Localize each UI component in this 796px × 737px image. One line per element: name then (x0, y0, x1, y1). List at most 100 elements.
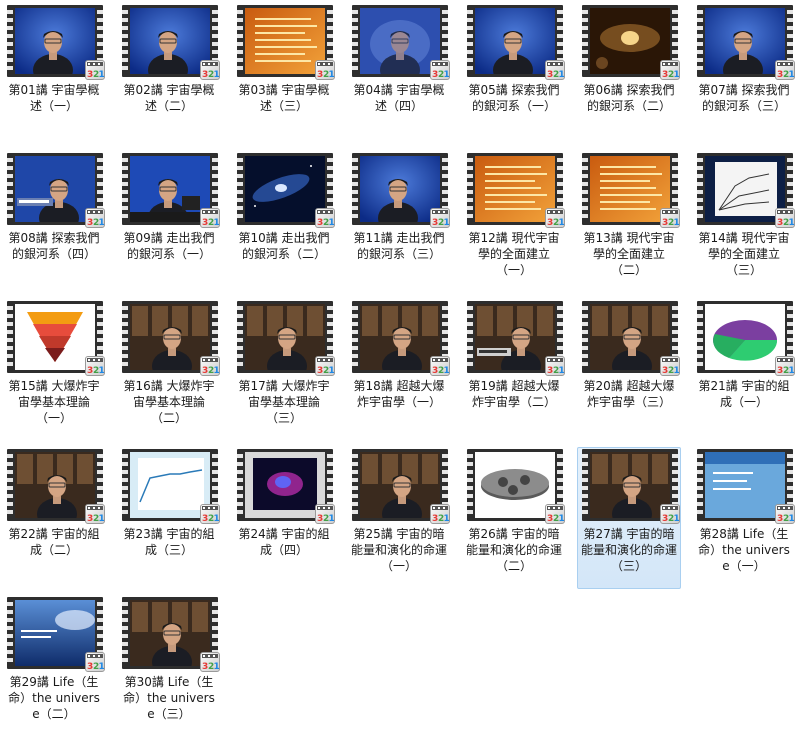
svg-text:1: 1 (444, 514, 450, 523)
video-file-item[interactable]: 3 2 1 第08講 探索我們的銀河系（四） (2, 151, 106, 293)
video-file-item[interactable]: 3 2 1 第27講 宇宙的暗能量和演化的命運（三） (577, 447, 681, 589)
file-name-label: 第13講 現代宇宙學的全面建立（二） (583, 231, 675, 277)
video-thumbnail: 3 2 1 (467, 448, 565, 524)
video-thumbnail: 3 2 1 (7, 448, 105, 524)
media-player-badge-icon: 3 2 1 (660, 356, 680, 376)
video-file-item[interactable]: 3 2 1 第29講 Life（生命）the universe（二） (2, 595, 106, 737)
video-file-item[interactable]: 3 2 1 第01講 宇宙學概述（一） (2, 3, 106, 145)
video-file-item[interactable]: 3 2 1 第25講 宇宙的暗能量和演化的命運（一） (347, 447, 451, 589)
video-file-item[interactable]: 3 2 1 第21講 宇宙的組成（一） (692, 299, 796, 441)
media-player-badge-icon: 3 2 1 (545, 356, 565, 376)
svg-text:1: 1 (789, 366, 795, 375)
media-player-badge-icon: 3 2 1 (430, 356, 450, 376)
file-name-label: 第24講 宇宙的組成（四） (238, 527, 330, 557)
video-file-item[interactable]: 3 2 1 第15講 大爆炸宇宙學基本理論（一） (2, 299, 106, 441)
svg-text:1: 1 (444, 366, 450, 375)
media-player-badge-icon: 3 2 1 (200, 652, 220, 672)
svg-text:1: 1 (674, 514, 680, 523)
video-thumbnail: 3 2 1 (122, 152, 220, 228)
media-player-badge-icon: 3 2 1 (430, 504, 450, 524)
video-thumbnail: 3 2 1 (352, 4, 450, 80)
svg-text:1: 1 (99, 218, 105, 227)
file-name-label: 第10講 走出我們的銀河系（二） (238, 231, 330, 261)
video-file-item[interactable]: 3 2 1 第13講 現代宇宙學的全面建立（二） (577, 151, 681, 293)
svg-text:1: 1 (99, 514, 105, 523)
video-file-item[interactable]: 3 2 1 第12講 現代宇宙學的全面建立（一） (462, 151, 566, 293)
media-player-badge-icon: 3 2 1 (200, 504, 220, 524)
video-file-item[interactable]: 3 2 1 第05講 探索我們的銀河系（一） (462, 3, 566, 145)
video-thumbnail: 3 2 1 (352, 300, 450, 376)
video-file-item[interactable]: 3 2 1 第09講 走出我們的銀河系（一） (117, 151, 221, 293)
media-player-badge-icon: 3 2 1 (315, 356, 335, 376)
media-player-badge-icon: 3 2 1 (315, 60, 335, 80)
svg-text:1: 1 (214, 218, 220, 227)
file-grid: 3 2 1 第01講 宇宙學概述（一） 3 2 1 第02講 宇宙學概述（二） 3 … (0, 0, 796, 722)
video-file-item[interactable]: 3 2 1 第10講 走出我們的銀河系（二） (232, 151, 336, 293)
video-file-item[interactable]: 3 2 1 第20講 超越大爆炸宇宙學（三） (577, 299, 681, 441)
media-player-badge-icon: 3 2 1 (775, 60, 795, 80)
video-file-item[interactable]: 3 2 1 第03講 宇宙學概述（三） (232, 3, 336, 145)
video-thumbnail: 3 2 1 (7, 300, 105, 376)
svg-text:1: 1 (329, 366, 335, 375)
svg-text:1: 1 (99, 366, 105, 375)
file-name-label: 第30講 Life（生命）the universe（三） (123, 675, 215, 721)
file-name-label: 第06講 探索我們的銀河系（二） (583, 83, 675, 113)
svg-text:1: 1 (99, 70, 105, 79)
video-file-item[interactable]: 3 2 1 第30講 Life（生命）the universe（三） (117, 595, 221, 737)
svg-text:1: 1 (329, 218, 335, 227)
svg-text:1: 1 (559, 514, 565, 523)
file-name-label: 第20講 超越大爆炸宇宙學（三） (583, 379, 675, 409)
media-player-badge-icon: 3 2 1 (85, 504, 105, 524)
media-player-badge-icon: 3 2 1 (85, 60, 105, 80)
file-name-label: 第22講 宇宙的組成（二） (8, 527, 100, 557)
file-name-label: 第19講 超越大爆炸宇宙學（二） (468, 379, 560, 409)
video-thumbnail: 3 2 1 (7, 4, 105, 80)
video-file-item[interactable]: 3 2 1 第23講 宇宙的組成（三） (117, 447, 221, 589)
file-name-label: 第26講 宇宙的暗能量和演化的命運（二） (465, 527, 562, 573)
video-file-item[interactable]: 3 2 1 第16講 大爆炸宇宙學基本理論（二） (117, 299, 221, 441)
video-file-item[interactable]: 3 2 1 第24講 宇宙的組成（四） (232, 447, 336, 589)
video-thumbnail: 3 2 1 (237, 4, 335, 80)
media-player-badge-icon: 3 2 1 (775, 208, 795, 228)
media-player-badge-icon: 3 2 1 (545, 60, 565, 80)
media-player-badge-icon: 3 2 1 (200, 208, 220, 228)
file-name-label: 第04講 宇宙學概述（四） (353, 83, 445, 113)
video-file-item[interactable]: 3 2 1 第28講 Life（生命）the universe（一） (692, 447, 796, 589)
svg-text:1: 1 (214, 366, 220, 375)
video-file-item[interactable]: 3 2 1 第17講 大爆炸宇宙學基本理論（三） (232, 299, 336, 441)
file-name-label: 第17講 大爆炸宇宙學基本理論（三） (238, 379, 330, 425)
video-thumbnail: 3 2 1 (697, 4, 795, 80)
video-file-item[interactable]: 3 2 1 第02講 宇宙學概述（二） (117, 3, 221, 145)
video-thumbnail: 3 2 1 (697, 152, 795, 228)
svg-text:1: 1 (674, 218, 680, 227)
media-player-badge-icon: 3 2 1 (85, 652, 105, 672)
media-player-badge-icon: 3 2 1 (200, 60, 220, 80)
file-name-label: 第05講 探索我們的銀河系（一） (468, 83, 560, 113)
video-thumbnail: 3 2 1 (122, 448, 220, 524)
svg-text:1: 1 (559, 366, 565, 375)
video-thumbnail: 3 2 1 (467, 300, 565, 376)
video-file-item[interactable]: 3 2 1 第14講 現代宇宙學的全面建立（三） (692, 151, 796, 293)
file-name-label: 第11講 走出我們的銀河系（三） (353, 231, 445, 261)
svg-text:1: 1 (674, 366, 680, 375)
video-thumbnail: 3 2 1 (122, 596, 220, 672)
video-file-item[interactable]: 3 2 1 第07講 探索我們的銀河系（三） (692, 3, 796, 145)
video-file-item[interactable]: 3 2 1 第06講 探索我們的銀河系（二） (577, 3, 681, 145)
file-name-label: 第28講 Life（生命）the universe（一） (698, 527, 790, 573)
video-file-item[interactable]: 3 2 1 第18講 超越大爆炸宇宙學（一） (347, 299, 451, 441)
file-name-label: 第03講 宇宙學概述（三） (238, 83, 330, 113)
video-file-item[interactable]: 3 2 1 第04講 宇宙學概述（四） (347, 3, 451, 145)
svg-text:1: 1 (559, 70, 565, 79)
svg-text:1: 1 (214, 662, 220, 671)
file-name-label: 第02講 宇宙學概述（二） (123, 83, 215, 113)
video-file-item[interactable]: 3 2 1 第22講 宇宙的組成（二） (2, 447, 106, 589)
video-file-item[interactable]: 3 2 1 第19講 超越大爆炸宇宙學（二） (462, 299, 566, 441)
video-thumbnail: 3 2 1 (352, 152, 450, 228)
video-file-item[interactable]: 3 2 1 第26講 宇宙的暗能量和演化的命運（二） (462, 447, 566, 589)
media-player-badge-icon: 3 2 1 (775, 356, 795, 376)
video-file-item[interactable]: 3 2 1 第11講 走出我們的銀河系（三） (347, 151, 451, 293)
media-player-badge-icon: 3 2 1 (315, 504, 335, 524)
video-thumbnail: 3 2 1 (582, 4, 680, 80)
svg-text:1: 1 (789, 218, 795, 227)
svg-text:1: 1 (329, 514, 335, 523)
